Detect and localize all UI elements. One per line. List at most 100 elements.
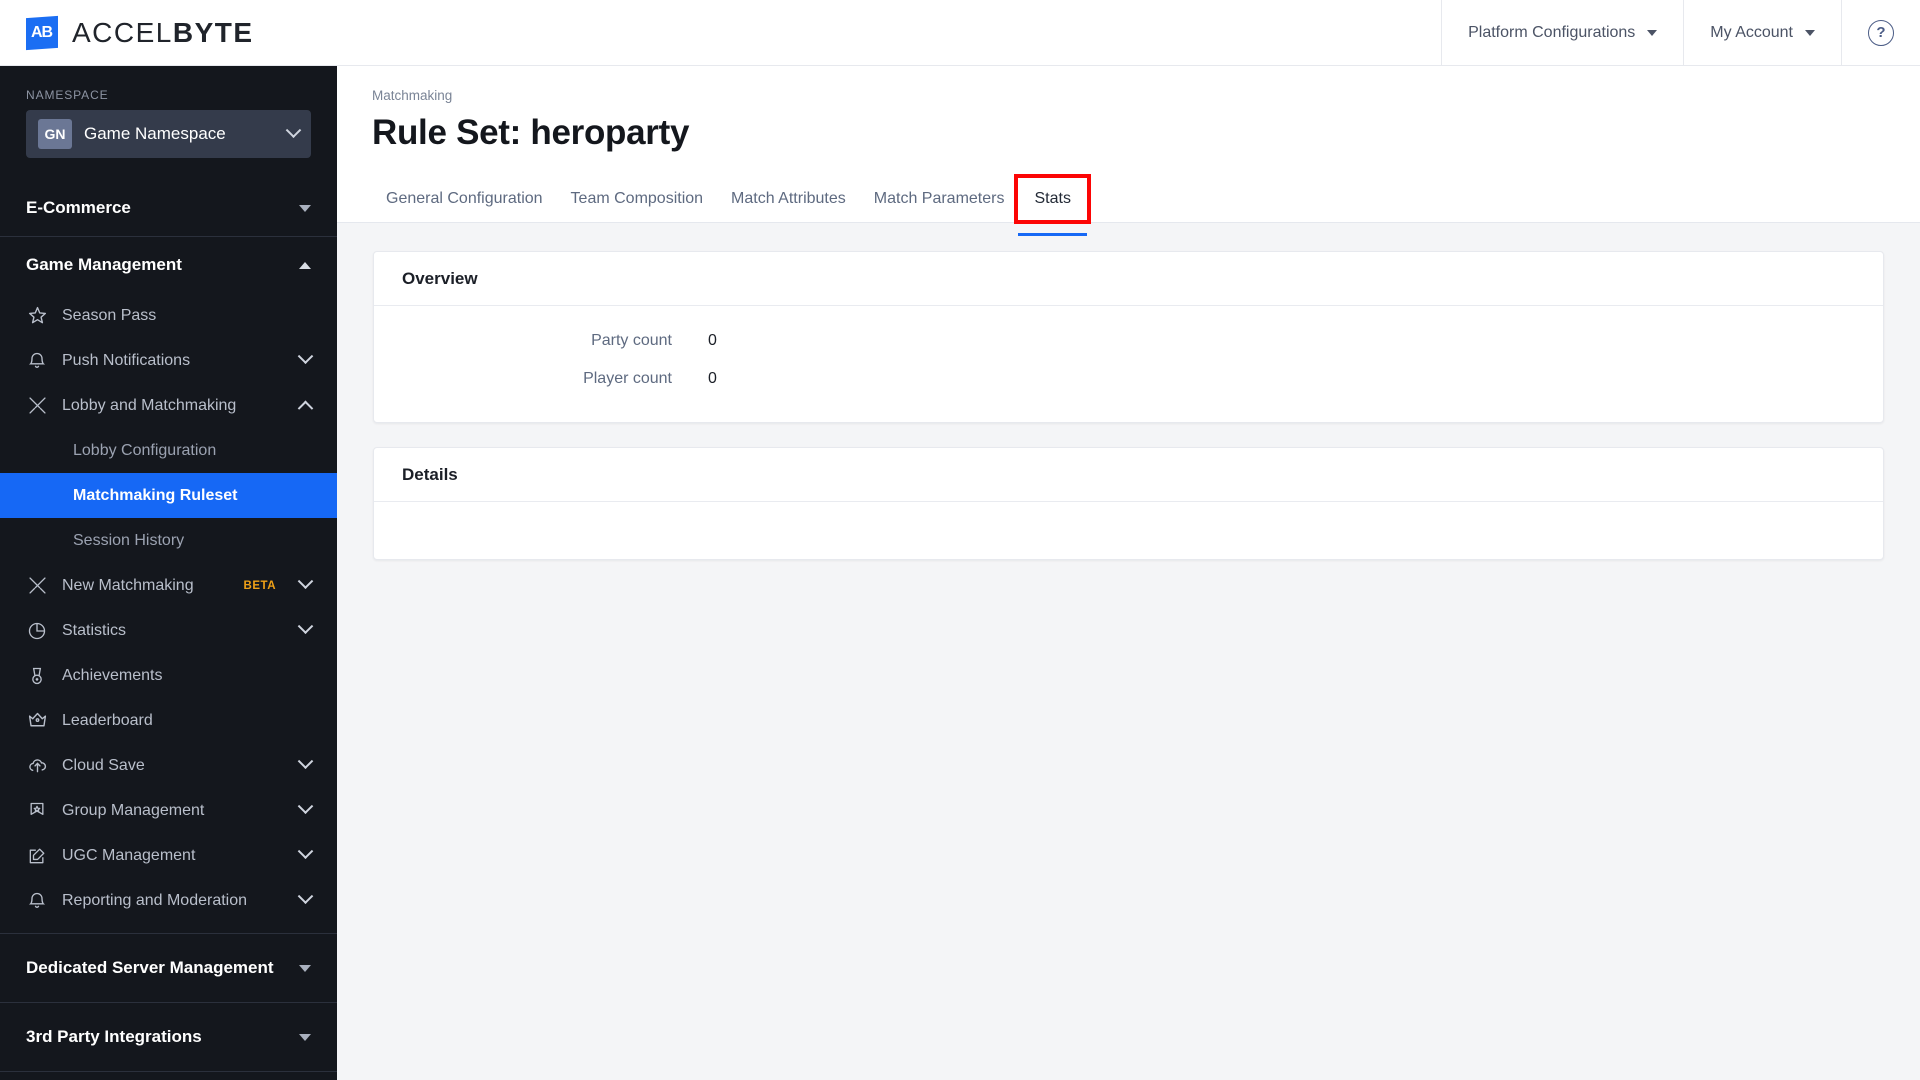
brand-wordmark-light: ACCEL <box>72 16 173 48</box>
namespace-selector[interactable]: GN Game Namespace <box>26 110 311 158</box>
sidebar-item-label: Reporting and Moderation <box>62 891 248 909</box>
my-account-menu[interactable]: My Account <box>1683 0 1841 65</box>
sidebar-item-lobby-and-matchmaking[interactable]: Lobby and Matchmaking <box>0 383 337 428</box>
tab-label: Stats <box>1034 190 1071 207</box>
sidebar-subitem-lobby-configuration[interactable]: Lobby Configuration <box>0 428 337 473</box>
sidebar-item-label: Cloud Save <box>62 756 145 774</box>
help-button[interactable]: ? <box>1841 0 1920 65</box>
chevron-down-icon <box>297 888 314 905</box>
sidebar-group-e-commerce[interactable]: E-Commerce <box>0 180 337 236</box>
sidebar-item-label: UGC Management <box>62 846 196 864</box>
chevron-up-icon <box>297 400 314 417</box>
details-card-body <box>374 502 1883 559</box>
tab-bar: General Configuration Team Composition M… <box>337 174 1920 236</box>
details-card: Details <box>373 447 1884 560</box>
sidebar-group-label: E-Commerce <box>26 198 131 217</box>
sidebar-item-ugc-management[interactable]: UGC Management <box>0 833 337 878</box>
sidebar: NAMESPACE GN Game Namespace E-Commerce G… <box>0 66 337 1080</box>
details-card-title: Details <box>374 448 1883 502</box>
stat-row-player-count: Player count 0 <box>402 370 1855 388</box>
sidebar-item-achievements[interactable]: Achievements <box>0 653 337 698</box>
page-title: Rule Set: heroparty <box>372 113 690 152</box>
bell-icon <box>26 350 48 372</box>
tab-label: Match Attributes <box>731 190 846 207</box>
banner-icon <box>26 800 48 822</box>
sidebar-item-label: Lobby and Matchmaking <box>62 396 237 414</box>
brand-wordmark: ACCELBYTE <box>72 17 254 49</box>
sidebar-group-3rd-party-integrations[interactable]: 3rd Party Integrations <box>0 1003 337 1071</box>
overview-card: Overview Party count 0 Player count 0 <box>373 251 1884 423</box>
sidebar-group-label: Game Management <box>26 255 182 274</box>
help-icon: ? <box>1868 19 1894 46</box>
stat-label: Player count <box>583 370 672 387</box>
sidebar-subitem-matchmaking-ruleset[interactable]: Matchmaking Ruleset <box>0 473 337 518</box>
stat-row-party-count: Party count 0 <box>402 332 1855 350</box>
stat-value: 0 <box>708 332 717 349</box>
sidebar-group-dedicated-server-management[interactable]: Dedicated Server Management <box>0 934 337 1002</box>
sidebar-item-leaderboard[interactable]: Leaderboard <box>0 698 337 743</box>
tab-label: Team Composition <box>570 190 704 207</box>
namespace-avatar: GN <box>38 119 72 149</box>
help-glyph: ? <box>1876 24 1886 41</box>
triangle-down-icon <box>299 964 311 972</box>
tab-team-composition[interactable]: Team Composition <box>557 190 718 222</box>
chevron-down-icon <box>297 753 314 770</box>
sidebar-item-label: Achievements <box>62 666 163 684</box>
beta-badge: BETA <box>243 579 276 592</box>
tab-stats[interactable]: Stats <box>1014 174 1091 236</box>
stat-label: Party count <box>591 332 672 349</box>
sidebar-subitem-session-history[interactable]: Session History <box>0 518 337 563</box>
my-account-label: My Account <box>1710 23 1793 41</box>
sidebar-item-cloud-save[interactable]: Cloud Save <box>0 743 337 788</box>
stat-value: 0 <box>708 370 717 387</box>
sidebar-item-label: New Matchmaking <box>62 576 194 594</box>
accelbyte-logo-icon: AB <box>26 15 58 50</box>
sidebar-group-label: 3rd Party Integrations <box>26 1027 202 1046</box>
sidebar-item-new-matchmaking[interactable]: New Matchmaking BETA <box>0 563 337 608</box>
brand-wordmark-bold: BYTE <box>172 16 254 48</box>
sidebar-group-label: Dedicated Server Management <box>26 958 274 977</box>
overview-card-title: Overview <box>374 252 1883 306</box>
sidebar-group-game-management[interactable]: Game Management <box>0 237 337 293</box>
star-icon <box>26 305 48 327</box>
tab-label: Match Parameters <box>873 190 1005 207</box>
tab-match-parameters[interactable]: Match Parameters <box>860 190 1019 222</box>
chevron-down-icon <box>297 618 314 635</box>
chevron-down-icon <box>297 798 314 815</box>
sidebar-item-label: Leaderboard <box>62 711 153 729</box>
chevron-down-icon <box>1805 29 1815 36</box>
tab-general-configuration[interactable]: General Configuration <box>372 190 557 222</box>
sidebar-item-reporting-and-moderation[interactable]: Reporting and Moderation <box>0 878 337 923</box>
logo-mark-text: AB <box>31 23 53 41</box>
bell-icon <box>26 890 48 912</box>
chevron-down-icon <box>297 573 314 590</box>
triangle-up-icon <box>299 261 311 269</box>
chevron-down-icon <box>297 348 314 365</box>
top-navigation-bar: AB ACCELBYTE Platform Configurations My … <box>0 0 1920 66</box>
breadcrumb[interactable]: Matchmaking <box>337 66 1920 103</box>
sidebar-item-push-notifications[interactable]: Push Notifications <box>0 338 337 383</box>
tab-label: General Configuration <box>386 190 543 207</box>
sidebar-item-statistics[interactable]: Statistics <box>0 608 337 653</box>
overview-card-body: Party count 0 Player count 0 <box>374 306 1883 422</box>
chevron-down-icon <box>297 843 314 860</box>
cloud-upload-icon <box>26 755 48 777</box>
matchmaking-icon <box>26 575 48 597</box>
brand-logo[interactable]: AB ACCELBYTE <box>0 0 337 65</box>
content-area: Overview Party count 0 Player count 0 De… <box>337 223 1920 1080</box>
tab-match-attributes[interactable]: Match Attributes <box>717 190 860 222</box>
sidebar-item-group-management[interactable]: Group Management <box>0 788 337 833</box>
crown-icon <box>26 710 48 732</box>
main-content: Matchmaking Rule Set: heroparty General … <box>337 66 1920 1080</box>
chevron-down-icon <box>1647 29 1658 36</box>
platform-configurations-menu[interactable]: Platform Configurations <box>1441 0 1683 65</box>
divider <box>0 1071 337 1072</box>
sidebar-subitem-label: Session History <box>73 531 185 549</box>
sidebar-item-season-pass[interactable]: Season Pass <box>0 293 337 338</box>
sidebar-item-label: Statistics <box>62 621 127 639</box>
platform-configurations-label: Platform Configurations <box>1468 23 1636 41</box>
namespace-label: NAMESPACE <box>26 88 109 102</box>
chevron-down-icon <box>285 121 302 138</box>
